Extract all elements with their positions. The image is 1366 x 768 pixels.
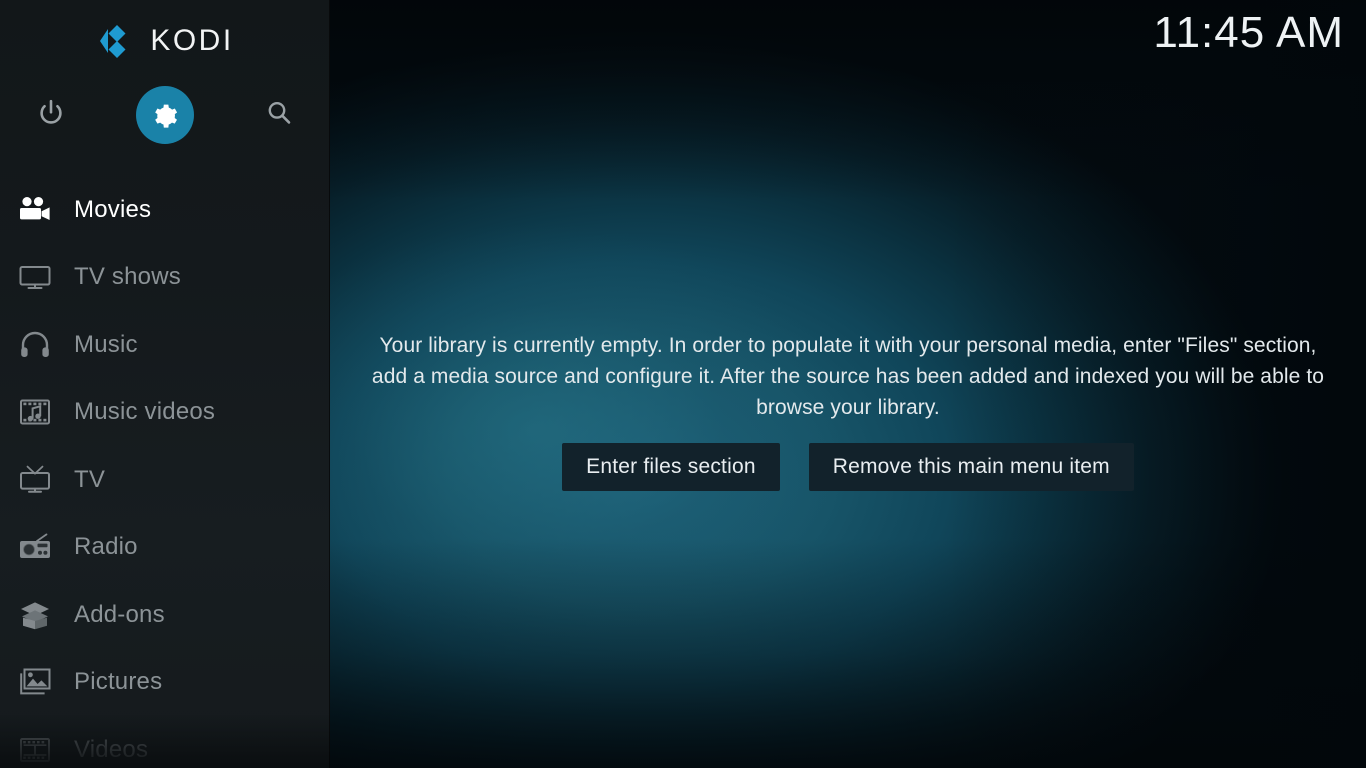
sidebar-item-music-videos[interactable]: Music videos — [0, 379, 330, 447]
sidebar-item-pictures[interactable]: Pictures — [0, 649, 330, 717]
enter-files-section-button[interactable]: Enter files section — [562, 443, 780, 491]
sidebar-item-label: Add-ons — [74, 600, 165, 628]
open-box-icon — [14, 598, 56, 632]
remove-main-menu-item-button[interactable]: Remove this main menu item — [808, 443, 1134, 491]
sidebar-item-music[interactable]: Music — [0, 311, 330, 379]
sidebar-item-label: Movies — [74, 195, 152, 223]
power-button[interactable] — [22, 86, 80, 144]
empty-library-actions: Enter files section Remove this main men… — [330, 443, 1366, 491]
app-logo: KODI — [0, 14, 330, 68]
top-icon-bar — [0, 86, 330, 144]
sidebar-item-label: TV shows — [74, 263, 181, 291]
sidebar-item-label: TV — [74, 465, 106, 493]
settings-button[interactable] — [136, 86, 194, 144]
app-logo-text: KODI — [150, 24, 234, 57]
main-menu: Movies TV shows Music Music videos TV Ra… — [0, 176, 330, 768]
gear-icon — [136, 86, 194, 144]
kodi-logo-icon — [96, 22, 136, 60]
search-button[interactable] — [250, 86, 308, 144]
sidebar-item-label: Pictures — [74, 668, 163, 696]
search-icon — [264, 98, 294, 133]
kodi-home-screen: KODI Movies TV shows Music Music videos … — [0, 0, 1366, 768]
sidebar-item-label: Radio — [74, 533, 138, 561]
empty-library-message: Your library is currently empty. In orde… — [371, 334, 1325, 419]
movie-camera-icon — [14, 193, 56, 227]
sidebar-item-label: Music — [74, 330, 138, 358]
sidebar: KODI Movies TV shows Music Music videos … — [0, 0, 330, 768]
photos-icon — [14, 665, 56, 699]
sidebar-item-videos[interactable]: Videos — [0, 716, 330, 768]
film-strip-icon — [14, 733, 56, 767]
radio-icon — [14, 530, 56, 564]
power-icon — [36, 98, 66, 133]
clock: 11:45 AM — [1153, 8, 1344, 57]
sidebar-item-label: Music videos — [74, 398, 216, 426]
sidebar-item-add-ons[interactable]: Add-ons — [0, 581, 330, 649]
sidebar-item-label: Videos — [74, 735, 149, 763]
tv-antenna-icon — [14, 463, 56, 497]
headphones-icon — [14, 328, 56, 362]
sidebar-item-tv-shows[interactable]: TV shows — [0, 244, 330, 312]
sidebar-item-movies[interactable]: Movies — [0, 176, 330, 244]
main-content: Your library is currently empty. In orde… — [330, 0, 1366, 768]
sidebar-item-radio[interactable]: Radio — [0, 514, 330, 582]
television-icon — [14, 260, 56, 294]
sidebar-item-tv[interactable]: TV — [0, 446, 330, 514]
empty-library-panel: Your library is currently empty. In orde… — [330, 330, 1366, 491]
film-note-icon — [14, 395, 56, 429]
